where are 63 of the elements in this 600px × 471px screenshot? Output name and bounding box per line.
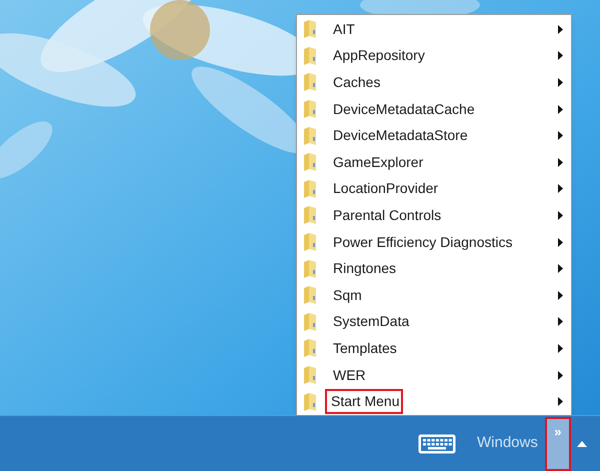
menu-item-label: GameExplorer <box>332 152 424 172</box>
menu-item-label: LocationProvider <box>332 179 440 198</box>
submenu-arrow-icon <box>558 24 563 34</box>
folder-icon <box>303 100 317 118</box>
folder-icon <box>303 20 317 38</box>
menu-item[interactable]: Templates <box>297 335 571 362</box>
submenu-arrow-icon <box>558 370 563 380</box>
submenu-arrow-icon <box>558 397 563 406</box>
menu-item-label: WER <box>332 366 367 385</box>
menu-item[interactable]: Power Efficiency Diagnostics <box>297 228 571 256</box>
menu-item[interactable]: DeviceMetadataStore <box>297 122 571 149</box>
menu-item-label: Caches <box>332 72 382 92</box>
menu-item-label: Start Menu <box>327 391 402 412</box>
menu-item-label: Parental Controls <box>332 206 442 225</box>
folder-icon <box>303 286 317 304</box>
submenu-arrow-icon <box>558 78 563 87</box>
submenu-arrow-icon <box>558 131 563 140</box>
toolbar-label: Windows <box>477 433 538 454</box>
menu-item[interactable]: AIT <box>297 16 571 43</box>
folder-icon <box>303 73 317 92</box>
submenu-arrow-icon <box>558 290 563 300</box>
submenu-arrow-icon <box>558 264 563 274</box>
folder-icon <box>303 392 317 411</box>
menu-item-label: Ringtones <box>332 259 398 278</box>
menu-item[interactable]: Sqm <box>297 282 571 309</box>
menu-item[interactable]: LocationProvider <box>297 176 571 202</box>
menu-item-label: AIT <box>332 20 356 39</box>
menu-item-label: Sqm <box>332 286 363 305</box>
folder-icon <box>303 312 317 331</box>
submenu-arrow-icon <box>558 184 563 194</box>
menu-item-label: DeviceMetadataStore <box>332 126 469 146</box>
folder-icon <box>303 206 317 224</box>
folder-icon <box>303 180 317 198</box>
folder-icon <box>303 153 317 172</box>
menu-item[interactable]: AppRepository <box>297 42 571 70</box>
menu-item[interactable]: WER <box>297 362 571 388</box>
show-hidden-icons-icon[interactable] <box>576 440 587 446</box>
menu-item-label: DeviceMetadataCache <box>332 100 476 119</box>
submenu-arrow-icon <box>558 51 563 60</box>
menu-item-label: SystemData <box>332 312 410 332</box>
menu-item-label: AppRepository <box>332 46 426 66</box>
menu-item[interactable]: Ringtones <box>297 255 571 282</box>
menu-item[interactable]: Start Menu <box>297 388 571 415</box>
menu-item-label: Templates <box>332 338 398 358</box>
folder-icon <box>303 126 317 145</box>
folder-icon <box>303 46 317 65</box>
menu-item[interactable]: GameExplorer <box>297 148 571 176</box>
menu-item[interactable]: Parental Controls <box>297 202 571 229</box>
folder-icon <box>303 233 317 252</box>
menu-item[interactable]: SystemData <box>297 308 571 336</box>
folder-icon <box>303 260 317 278</box>
keyboard-icon[interactable] <box>418 434 456 454</box>
submenu-arrow-icon <box>558 344 563 353</box>
menu-item[interactable]: Caches <box>297 69 571 96</box>
menu-item-label: Power Efficiency Diagnostics <box>332 232 514 252</box>
submenu-arrow-icon <box>558 238 563 247</box>
folder-icon <box>303 339 317 358</box>
submenu-arrow-icon <box>558 104 563 114</box>
menu-item[interactable]: DeviceMetadataCache <box>297 96 571 122</box>
submenu-arrow-icon <box>558 158 563 167</box>
folder-icon <box>303 366 317 384</box>
submenu-arrow-icon <box>558 210 563 220</box>
submenu-arrow-icon <box>558 317 563 326</box>
